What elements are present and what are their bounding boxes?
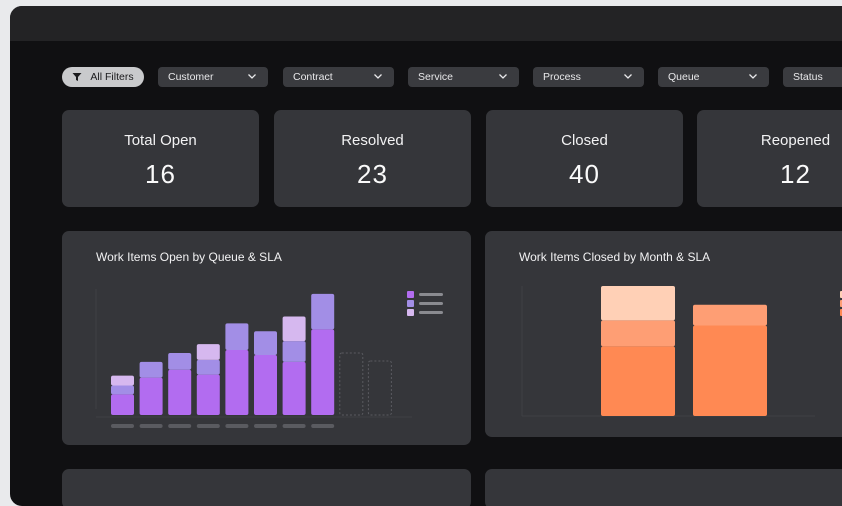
x-tick-label-placeholder bbox=[139, 424, 163, 428]
kpi-value: 23 bbox=[357, 159, 388, 189]
filter-bar: All Filters Customer Contract Service Pr… bbox=[10, 67, 842, 87]
title-bar bbox=[10, 6, 842, 41]
chevron-down-icon bbox=[248, 74, 256, 79]
chevron-down-icon bbox=[499, 74, 507, 79]
bar-segment bbox=[282, 361, 306, 415]
kpi-label: Closed bbox=[561, 132, 608, 149]
kpi-card-total-open[interactable]: Total Open 16 bbox=[62, 110, 259, 207]
filter-icon bbox=[72, 73, 82, 81]
kpi-label: Total Open bbox=[124, 132, 197, 149]
x-tick-label-placeholder bbox=[196, 424, 220, 428]
kpi-card-resolved[interactable]: Resolved 23 bbox=[274, 110, 471, 207]
status-dropdown-label: Status bbox=[793, 71, 823, 83]
legend-swatch bbox=[407, 309, 414, 316]
process-dropdown-label: Process bbox=[543, 71, 581, 83]
bar-segment bbox=[693, 304, 767, 326]
contract-dropdown[interactable]: Contract bbox=[283, 67, 394, 87]
empty-bar-placeholder bbox=[339, 352, 364, 416]
bar-segment bbox=[139, 377, 163, 415]
bar-segment bbox=[111, 385, 134, 395]
queue-dropdown-label: Queue bbox=[668, 71, 700, 83]
chevron-down-icon bbox=[749, 74, 757, 79]
legend-label-placeholder bbox=[419, 293, 443, 296]
kpi-card-reopened[interactable]: Reopened 12 bbox=[697, 110, 842, 207]
legend-swatch bbox=[407, 291, 414, 298]
bar-segment bbox=[111, 394, 134, 415]
legend-swatch bbox=[407, 300, 414, 307]
bar-segment bbox=[168, 352, 192, 370]
bar-segment bbox=[111, 375, 134, 386]
kpi-value: 12 bbox=[780, 159, 811, 189]
bar-segment bbox=[196, 344, 220, 360]
bar-segment bbox=[601, 346, 675, 416]
bar-segment bbox=[282, 316, 306, 342]
x-tick-label-placeholder bbox=[254, 424, 277, 428]
chart-panel-closed-by-month: Work Items Closed by Month & SLA bbox=[485, 231, 842, 437]
bar-segment bbox=[601, 320, 675, 347]
bar-segment bbox=[254, 331, 277, 355]
service-dropdown-label: Service bbox=[418, 71, 454, 83]
chart-panel-open-by-queue: Work Items Open by Queue & SLA bbox=[62, 231, 471, 445]
kpi-label: Resolved bbox=[341, 132, 404, 149]
bar-segment bbox=[254, 354, 277, 415]
legend-label-placeholder bbox=[419, 302, 443, 305]
kpi-value: 40 bbox=[569, 159, 600, 189]
legend-label-placeholder bbox=[419, 311, 443, 314]
x-tick-label-placeholder bbox=[111, 424, 134, 428]
closed-by-month-chart bbox=[521, 286, 842, 417]
customer-dropdown-label: Customer bbox=[168, 71, 214, 83]
bar-segment bbox=[311, 293, 335, 330]
all-filters-button[interactable]: All Filters bbox=[62, 67, 144, 87]
x-tick-label-placeholder bbox=[168, 424, 192, 428]
app-window: All Filters Customer Contract Service Pr… bbox=[10, 6, 842, 506]
bar-segment bbox=[196, 374, 220, 415]
service-dropdown[interactable]: Service bbox=[408, 67, 519, 87]
bar-segment bbox=[601, 286, 675, 321]
bar-segment bbox=[196, 359, 220, 375]
bar-segment bbox=[139, 361, 163, 378]
empty-bar-placeholder bbox=[367, 360, 392, 416]
process-dropdown[interactable]: Process bbox=[533, 67, 644, 87]
bar-segment bbox=[168, 369, 192, 415]
x-tick-label-placeholder bbox=[225, 424, 249, 428]
customer-dropdown[interactable]: Customer bbox=[158, 67, 268, 87]
status-dropdown[interactable]: Status bbox=[783, 67, 842, 87]
chevron-down-icon bbox=[624, 74, 632, 79]
x-tick-label-placeholder bbox=[282, 424, 306, 428]
bar-segment bbox=[282, 341, 306, 362]
chevron-down-icon bbox=[374, 74, 382, 79]
bar-segment bbox=[225, 350, 249, 415]
contract-dropdown-label: Contract bbox=[293, 71, 333, 83]
kpi-label: Reopened bbox=[760, 132, 831, 149]
bar-segment bbox=[225, 323, 249, 351]
x-tick-label-placeholder bbox=[311, 424, 335, 428]
open-by-queue-chart bbox=[95, 289, 443, 428]
all-filters-label: All Filters bbox=[90, 71, 134, 83]
bar-segment bbox=[693, 325, 767, 416]
queue-dropdown[interactable]: Queue bbox=[658, 67, 769, 87]
kpi-card-closed[interactable]: Closed 40 bbox=[486, 110, 683, 207]
bar-segment bbox=[311, 329, 335, 415]
kpi-value: 16 bbox=[145, 159, 176, 189]
